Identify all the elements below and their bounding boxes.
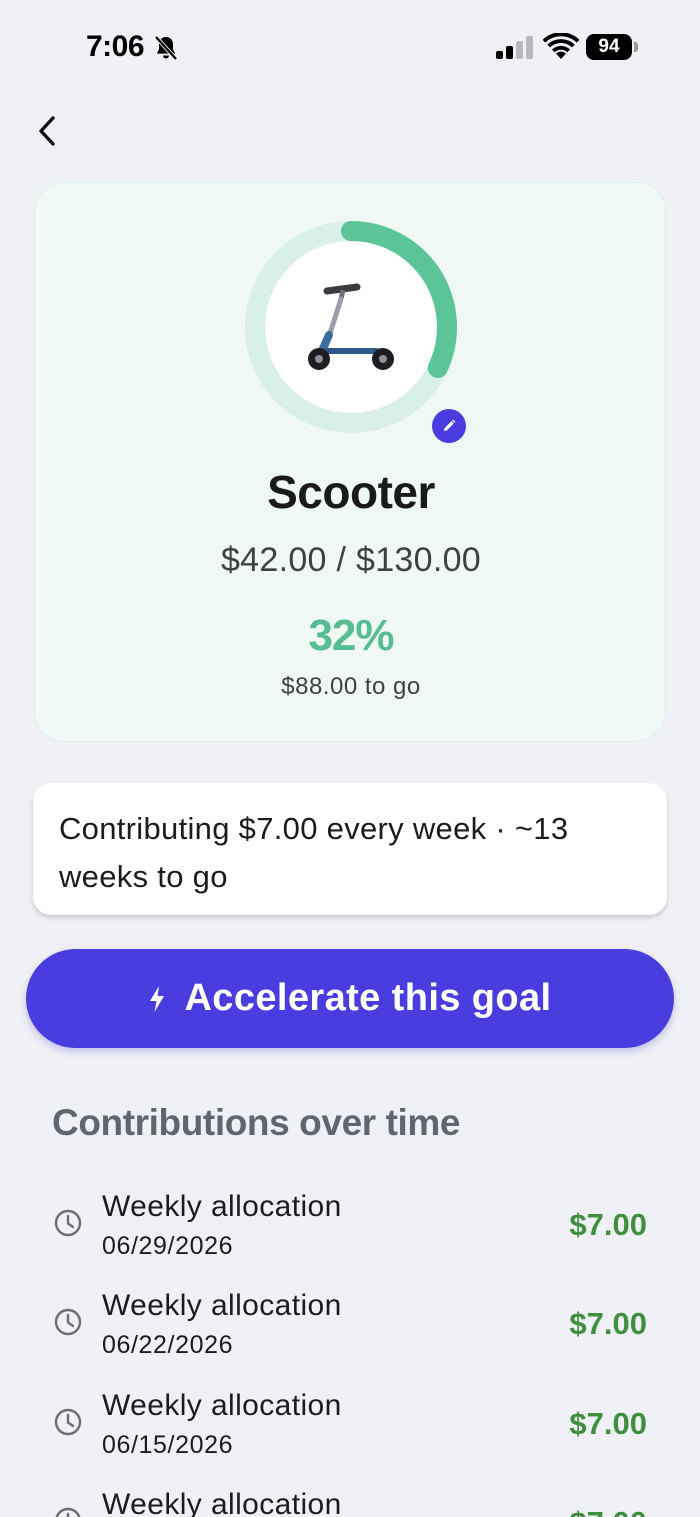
contribution-amount: $7.00 [569,1207,647,1242]
edit-goal-button[interactable] [432,409,466,443]
lightning-icon [150,985,165,1012]
contribution-info-text: Contributing $7.00 every week · ~13 week… [59,811,569,894]
goal-summary-card: Scooter $42.00 / $130.00 32% $88.00 to g… [34,182,666,742]
contribution-amount: $7.00 [569,1505,647,1517]
goal-detail-screen: 7:06 94 Scooter $42.00 / $130.00 32% $88… [0,0,700,1517]
contribution-date: 06/29/2026 [102,1232,234,1260]
contribution-title: Weekly allocation [102,1388,342,1422]
back-button[interactable] [24,108,70,154]
contribution-row: Weekly allocation 06/15/2026 $7.00 [0,1379,700,1478]
cellular-signal-icon [496,36,533,59]
contribution-row: Weekly allocation 06/29/2026 $7.00 [0,1180,700,1279]
contribution-title: Weekly allocation [102,1289,342,1323]
contribution-date: 06/15/2026 [102,1430,234,1459]
contributions-list: Weekly allocation 06/29/2026 $7.00 Weekl… [0,1180,700,1517]
battery-body: 94 [586,34,632,60]
status-bar: 7:06 94 [0,0,700,96]
clock-icon [55,1507,81,1517]
contribution-date: 06/22/2026 [102,1331,234,1360]
status-time: 7:06 [86,30,145,63]
contribution-amount: $7.00 [569,1306,647,1342]
clock-icon [54,1408,82,1435]
battery-level: 94 [598,36,620,57]
clock-icon [54,1209,82,1237]
wifi-icon [543,33,579,59]
clock-icon [54,1309,82,1336]
chevron-left-icon [39,116,55,146]
accelerate-label: Accelerate this goal [184,977,552,1019]
contribution-amount: $7.00 [569,1405,647,1441]
contribution-title: Weekly allocation [102,1190,342,1223]
bell-muted-icon [154,35,178,61]
contribution-info-card: Contributing $7.00 every week · ~13 week… [33,783,667,915]
battery-indicator: 94 [586,34,638,60]
goal-amounts: $42.00 / $130.00 [220,541,482,579]
contribution-title: Weekly allocation [102,1487,342,1517]
accelerate-goal-button[interactable]: Accelerate this goal [26,949,674,1048]
contribution-row: Weekly allocation $7.00 [0,1478,700,1517]
goal-name: Scooter [267,466,435,518]
scooter-icon [269,245,433,409]
battery-cap [634,42,638,52]
pencil-icon [444,419,456,431]
goal-percent: 32% [308,611,394,660]
contribution-row: Weekly allocation 06/22/2026 $7.00 [0,1279,700,1378]
goal-remaining: $88.00 to go [281,673,421,700]
contributions-title: Contributions over time [52,1102,461,1143]
